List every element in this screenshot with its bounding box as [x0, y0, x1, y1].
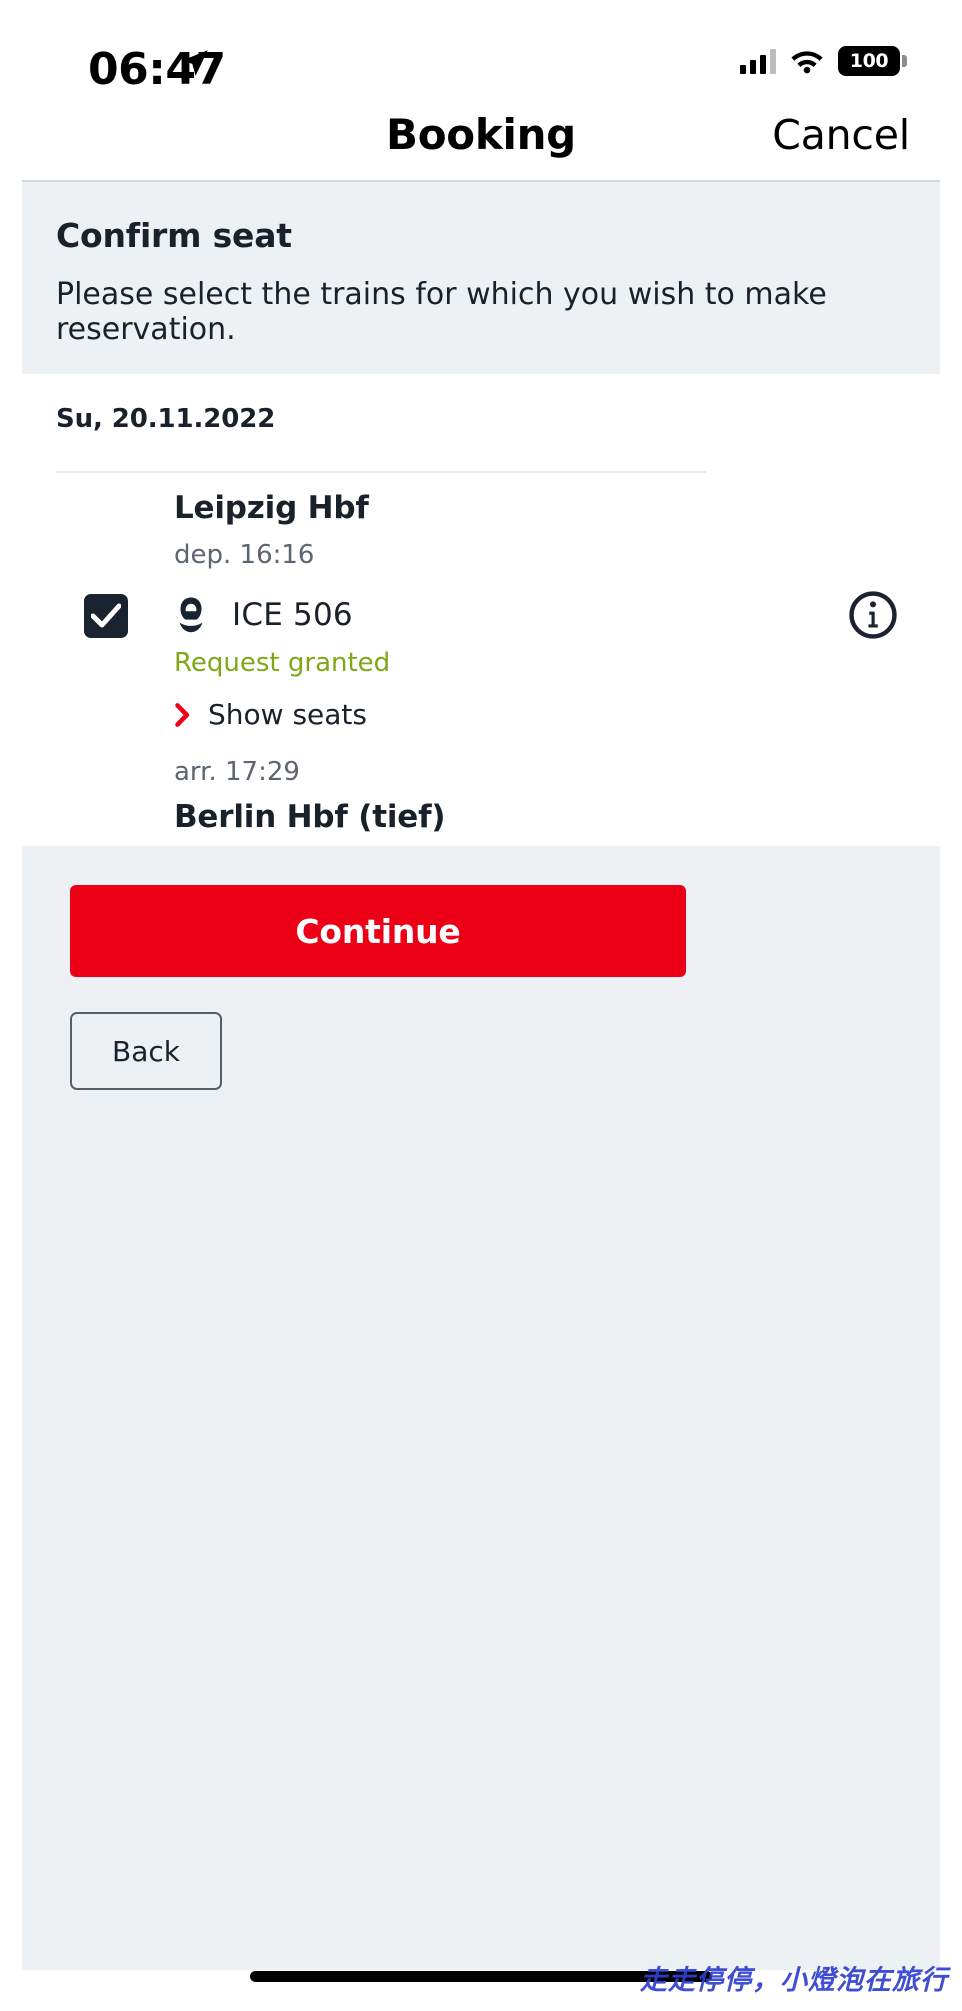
date-label: Su, 20.11.2022 — [56, 404, 276, 434]
show-seats-label: Show seats — [208, 698, 367, 731]
battery-indicator: 100 — [838, 46, 907, 76]
arrival-station: Berlin Hbf (tief) — [174, 799, 446, 835]
status-bar: 06:47 100 — [0, 0, 962, 105]
watermark-text: 走走停停，小燈泡在旅行 — [640, 1965, 948, 1996]
checkmark-icon — [91, 603, 121, 628]
navigation-bar: Booking Cancel — [0, 105, 962, 180]
continue-button[interactable]: Continue — [70, 885, 686, 977]
cellular-signal-icon — [740, 48, 776, 74]
show-seats-link[interactable]: Show seats — [174, 698, 694, 731]
banner-description: Please select the trains for which you w… — [56, 277, 827, 348]
select-train-checkbox[interactable] — [84, 594, 128, 638]
train-details-column: Leipzig Hbf dep. 16:16 ICE 506 Request g… — [174, 490, 694, 835]
date-header: Su, 20.11.2022 — [22, 404, 940, 434]
battery-level-label: 100 — [849, 50, 889, 72]
action-panel: Continue Back — [22, 846, 940, 1970]
reservation-status: Request granted — [174, 648, 391, 678]
departure-station: Leipzig Hbf — [174, 490, 369, 526]
wifi-icon — [791, 51, 823, 74]
phone-screen: 06:47 100 Booking Cancel Confirm seat Pl… — [0, 0, 962, 2011]
arrival-time: arr. 17:29 — [174, 757, 300, 787]
cancel-button[interactable]: Cancel — [772, 111, 910, 159]
info-circle-icon[interactable] — [848, 590, 898, 640]
ice-train-icon — [179, 597, 203, 633]
back-button[interactable]: Back — [70, 1012, 222, 1090]
info-banner: Confirm seat Please select the trains fo… — [22, 182, 940, 374]
location-arrow-icon — [182, 50, 208, 76]
date-divider — [56, 471, 706, 473]
departure-time: dep. 16:16 — [174, 540, 315, 570]
content-viewport: Confirm seat Please select the trains fo… — [22, 180, 940, 1970]
chevron-right-icon — [175, 702, 190, 727]
train-name: ICE 506 — [232, 597, 353, 633]
banner-title: Confirm seat — [56, 216, 292, 255]
status-bar-indicators: 100 — [740, 46, 907, 76]
train-identifier-row: ICE 506 — [174, 592, 694, 638]
